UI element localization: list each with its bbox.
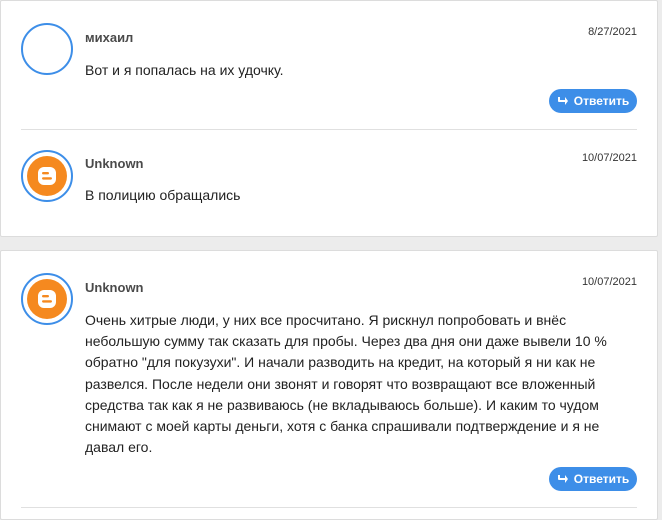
comment-text: Вот и я попалась на их удочку.	[85, 62, 284, 78]
comment-text-line: Очень хитрые люди, у них все просчитано.…	[85, 312, 567, 328]
comment: Unknown 10/07/2021 Очень хитрые люди, у …	[1, 251, 657, 501]
reply-button[interactable]: Ответить	[549, 89, 637, 113]
avatar[interactable]	[21, 150, 73, 202]
comment-date[interactable]: 10/07/2021	[582, 276, 637, 288]
reply-icon	[557, 475, 568, 483]
comment-text-line: давал его.	[85, 439, 153, 456]
comment-text-line: обратно "для покузухи". И начали разводи…	[85, 354, 596, 371]
comment-author[interactable]: михаил	[85, 30, 133, 45]
reply-icon	[557, 97, 568, 105]
comment-text: Очень хитрые люди, у них все просчитано.…	[85, 310, 645, 458]
avatar[interactable]	[21, 273, 73, 325]
comment-text-line: небольшую сумму так сказать для пробы. Ч…	[85, 333, 607, 350]
comment-author[interactable]: Unknown	[85, 280, 144, 295]
blogger-icon	[27, 156, 67, 196]
reply-button[interactable]: Ответить	[549, 467, 637, 491]
comment-text-line: снимают с моей карты деньги, хотя с банк…	[85, 418, 600, 435]
comment-text: В полицию обращались	[85, 187, 241, 203]
comment-text-line: средства так как я не развиваюсь (не вкл…	[85, 396, 599, 413]
comment-date[interactable]: 8/27/2021	[588, 26, 637, 38]
comment-divider	[21, 507, 637, 508]
comment: михаил 8/27/2021 Вот и я попалась на их …	[1, 1, 657, 129]
comment-thread-card: михаил 8/27/2021 Вот и я попалась на их …	[0, 0, 658, 237]
blogger-icon	[27, 279, 67, 319]
comment-reply: Unknown 10/07/2021 В полицию обращались	[1, 130, 657, 230]
comment-date[interactable]: 10/07/2021	[582, 152, 637, 164]
comment-thread-card: Unknown 10/07/2021 Очень хитрые люди, у …	[0, 250, 658, 520]
reply-button-label: Ответить	[573, 94, 630, 108]
reply-button-label: Ответить	[573, 472, 630, 486]
empty-avatar-icon[interactable]	[21, 23, 73, 75]
comment-author[interactable]: Unknown	[85, 156, 144, 171]
comment-text-line: развелся. После недели они звонят и гово…	[85, 375, 596, 392]
